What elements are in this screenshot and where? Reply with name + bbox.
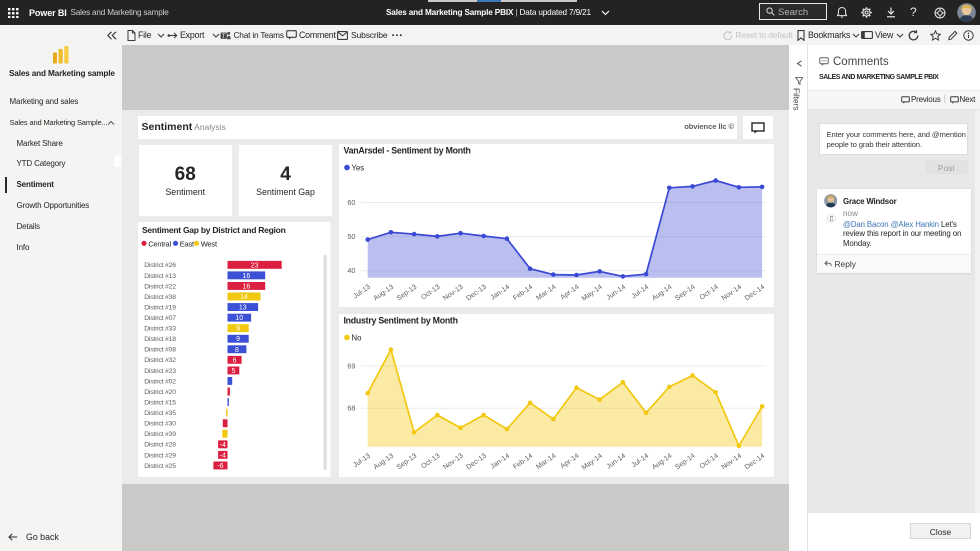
svg-text:-6: -6 — [217, 463, 223, 470]
svg-text:60: 60 — [347, 198, 355, 207]
svg-text:District #33: District #33 — [144, 326, 176, 333]
svg-text:14: 14 — [240, 294, 248, 301]
svg-text:District #38: District #38 — [144, 294, 176, 301]
svg-text:District #25: District #25 — [144, 463, 176, 470]
svg-text:District #30: District #30 — [144, 421, 176, 428]
svg-text:5: 5 — [231, 368, 235, 375]
svg-text:District #26: District #26 — [144, 262, 176, 269]
svg-text:No: No — [351, 333, 361, 342]
svg-text:69: 69 — [347, 361, 355, 370]
svg-text:West: West — [201, 239, 218, 248]
svg-text:District #22: District #22 — [144, 283, 176, 290]
svg-text:District #23: District #23 — [144, 368, 176, 375]
svg-text:District #32: District #32 — [144, 357, 176, 364]
svg-text:6: 6 — [233, 357, 237, 364]
svg-text:T: T — [221, 33, 225, 39]
svg-text:Sentiment Gap by District and: Sentiment Gap by District and Region — [142, 225, 286, 235]
svg-text:50: 50 — [347, 232, 355, 241]
svg-text:Central: Central — [148, 239, 171, 248]
svg-text:District #18: District #18 — [144, 336, 176, 343]
svg-text:10: 10 — [235, 315, 243, 322]
svg-text:16: 16 — [243, 283, 251, 290]
svg-text:District #28: District #28 — [144, 442, 176, 449]
svg-text:-4: -4 — [220, 442, 226, 449]
svg-text:East: East — [180, 239, 195, 248]
svg-text:District #19: District #19 — [144, 304, 176, 311]
svg-text:16: 16 — [243, 273, 251, 280]
svg-text:District #35: District #35 — [144, 410, 176, 417]
svg-text:District #29: District #29 — [144, 452, 176, 459]
svg-text:District #15: District #15 — [144, 400, 176, 407]
svg-text:Yes: Yes — [351, 163, 364, 172]
svg-text:9: 9 — [236, 326, 240, 333]
svg-text:23: 23 — [251, 262, 259, 269]
svg-text:-4: -4 — [220, 452, 226, 459]
svg-text:40: 40 — [347, 266, 355, 275]
svg-text:13: 13 — [239, 305, 247, 312]
svg-text:9: 9 — [236, 336, 240, 343]
svg-text:8: 8 — [235, 347, 239, 354]
svg-text:District #39: District #39 — [144, 431, 176, 438]
svg-text:District #20: District #20 — [144, 389, 176, 396]
svg-text:District #02: District #02 — [144, 378, 176, 385]
svg-text:District #13: District #13 — [144, 273, 176, 280]
svg-text:District #07: District #07 — [144, 315, 176, 322]
svg-text:Industry Sentiment by Month: Industry Sentiment by Month — [343, 315, 457, 325]
svg-text:68: 68 — [347, 403, 355, 412]
svg-text:District #08: District #08 — [144, 347, 176, 354]
svg-text:VanArsdel - Sentiment by Month: VanArsdel - Sentiment by Month — [343, 145, 470, 155]
